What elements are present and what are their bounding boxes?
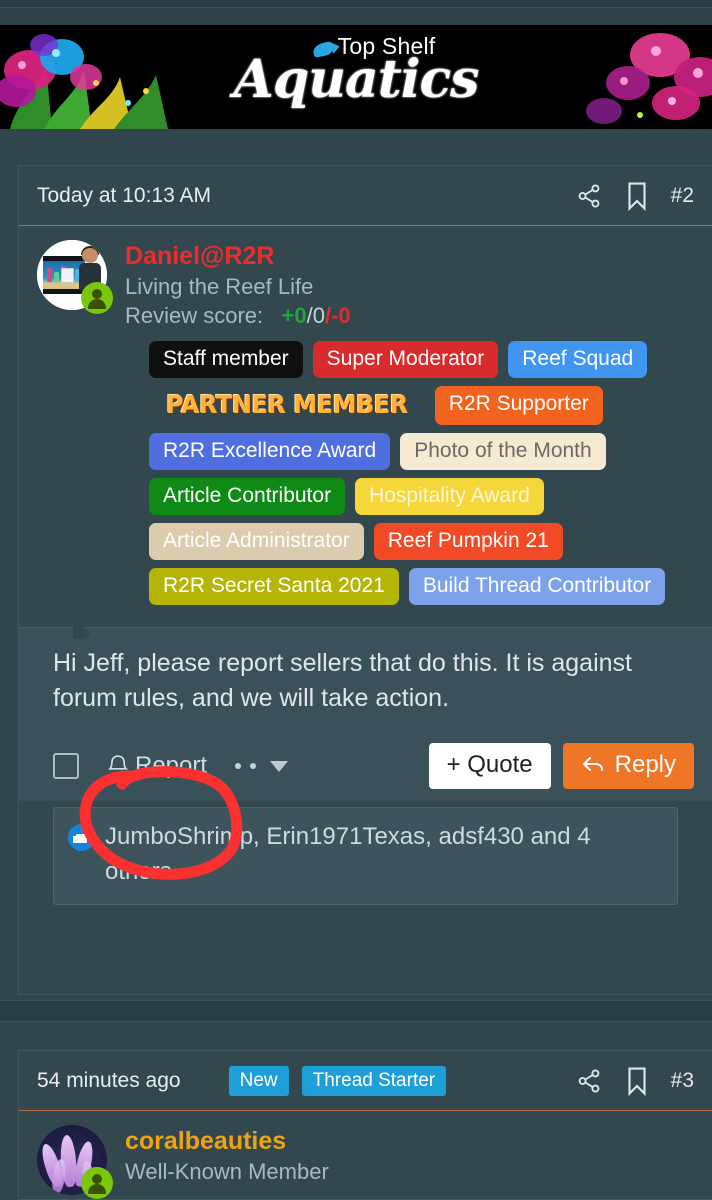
more-options-button[interactable]	[235, 760, 289, 772]
reply-label: Reply	[614, 751, 676, 779]
post-user-title: Living the Reef Life	[125, 273, 314, 299]
post-message-text: Hi Jeff, please report sellers that do t…	[53, 649, 632, 712]
bookmark-icon[interactable]	[625, 1066, 649, 1096]
user-badge[interactable]: Build Thread Contributor	[408, 568, 666, 606]
review-score-negative: /-0	[324, 303, 351, 329]
user-badge[interactable]: Article Contributor	[149, 478, 346, 516]
post-number[interactable]: #2	[671, 184, 694, 208]
post-card: Today at 10:13 AM #2 Daniel@R2R Living t…	[18, 165, 712, 995]
user-badge[interactable]: Reef Squad	[508, 341, 648, 379]
post-chip: Thread Starter	[301, 1065, 447, 1096]
user-badge[interactable]: R2R Excellence Award	[149, 433, 391, 471]
quote-button[interactable]: + Quote	[428, 743, 551, 790]
post-user-row: Daniel@R2R Living the Reef Life Review s…	[19, 226, 712, 329]
user-badge[interactable]: Staff member	[149, 341, 303, 379]
user-badge[interactable]: Photo of the Month	[400, 433, 606, 471]
post-chip: New	[228, 1065, 289, 1096]
post-user-title: Well-Known Member	[125, 1158, 329, 1184]
post-message-area: Hi Jeff, please report sellers that do t…	[19, 628, 712, 726]
avatar[interactable]	[37, 240, 113, 314]
user-badge[interactable]: PARTNER MEMBER	[155, 386, 420, 425]
ellipsis-icon	[250, 763, 257, 770]
post-chip-list: New Thread Starter	[228, 1065, 447, 1096]
post-separator-band	[0, 1000, 712, 1022]
reply-button[interactable]: Reply	[562, 743, 694, 790]
share-icon[interactable]	[575, 1067, 603, 1095]
user-badge[interactable]: R2R Secret Santa 2021	[149, 568, 399, 606]
user-badge[interactable]: Super Moderator	[312, 341, 499, 379]
banner-artwork	[0, 25, 712, 129]
post-username[interactable]: coralbeauties	[125, 1127, 329, 1156]
post-review-score: Review score: +0/0/-0	[125, 303, 351, 329]
online-status-indicator	[81, 282, 113, 314]
banner-gap	[0, 129, 712, 149]
top-strip-under	[0, 8, 712, 25]
review-score-neutral: /0	[306, 303, 325, 329]
banner-ad[interactable]: Top Shelf Aquatics	[0, 25, 712, 129]
reply-arrow-icon	[581, 754, 607, 776]
reactions-text[interactable]: JumboShrimp, Erin1971Texas, adsf430 and …	[105, 820, 663, 890]
ellipsis-icon	[235, 763, 242, 770]
post-body-separator	[19, 627, 712, 629]
post-actions-row: Report + Quote Reply	[19, 725, 712, 802]
online-status-indicator	[81, 1167, 113, 1199]
post-card: 54 minutes ago New Thread Starter #3 cor…	[18, 1050, 712, 1200]
post-header: 54 minutes ago New Thread Starter #3	[19, 1051, 712, 1111]
post-user-row: coralbeauties Well-Known Member	[19, 1111, 712, 1199]
top-strip	[0, 0, 712, 8]
bell-icon	[107, 754, 129, 778]
post-number[interactable]: #3	[671, 1069, 694, 1093]
user-badge-list: Staff member Super Moderator Reef Squad PAR…	[19, 341, 712, 606]
post-select-checkbox[interactable]	[53, 753, 79, 780]
user-badge[interactable]: Article Administrator	[149, 523, 364, 561]
user-badge[interactable]: Reef Pumpkin 21	[373, 523, 563, 561]
review-score-label: Review score:	[125, 303, 264, 329]
post-timestamp[interactable]: Today at 10:13 AM	[37, 184, 211, 208]
user-badge[interactable]: Hospitality Award	[355, 478, 544, 516]
post-reactions-box[interactable]: JumboShrimp, Erin1971Texas, adsf430 and …	[53, 807, 678, 905]
quote-label: + Quote	[446, 751, 533, 779]
post-timestamp[interactable]: 54 minutes ago	[37, 1069, 181, 1093]
report-label: Report	[135, 752, 208, 780]
thumbs-up-icon	[68, 824, 95, 852]
review-score-positive: +0	[281, 303, 307, 329]
post-username[interactable]: Daniel@R2R	[125, 242, 351, 271]
report-button[interactable]: Report	[107, 752, 207, 780]
bookmark-icon[interactable]	[625, 181, 649, 211]
speech-notch	[73, 627, 95, 639]
chevron-down-icon	[270, 760, 289, 772]
user-badge[interactable]: R2R Supporter	[434, 386, 603, 426]
post-header: Today at 10:13 AM #2	[19, 166, 712, 226]
forum-thread-page: Top Shelf Aquatics Today at 10:13 AM #2 …	[0, 0, 712, 1200]
avatar[interactable]	[37, 1125, 113, 1199]
share-icon[interactable]	[575, 182, 603, 210]
